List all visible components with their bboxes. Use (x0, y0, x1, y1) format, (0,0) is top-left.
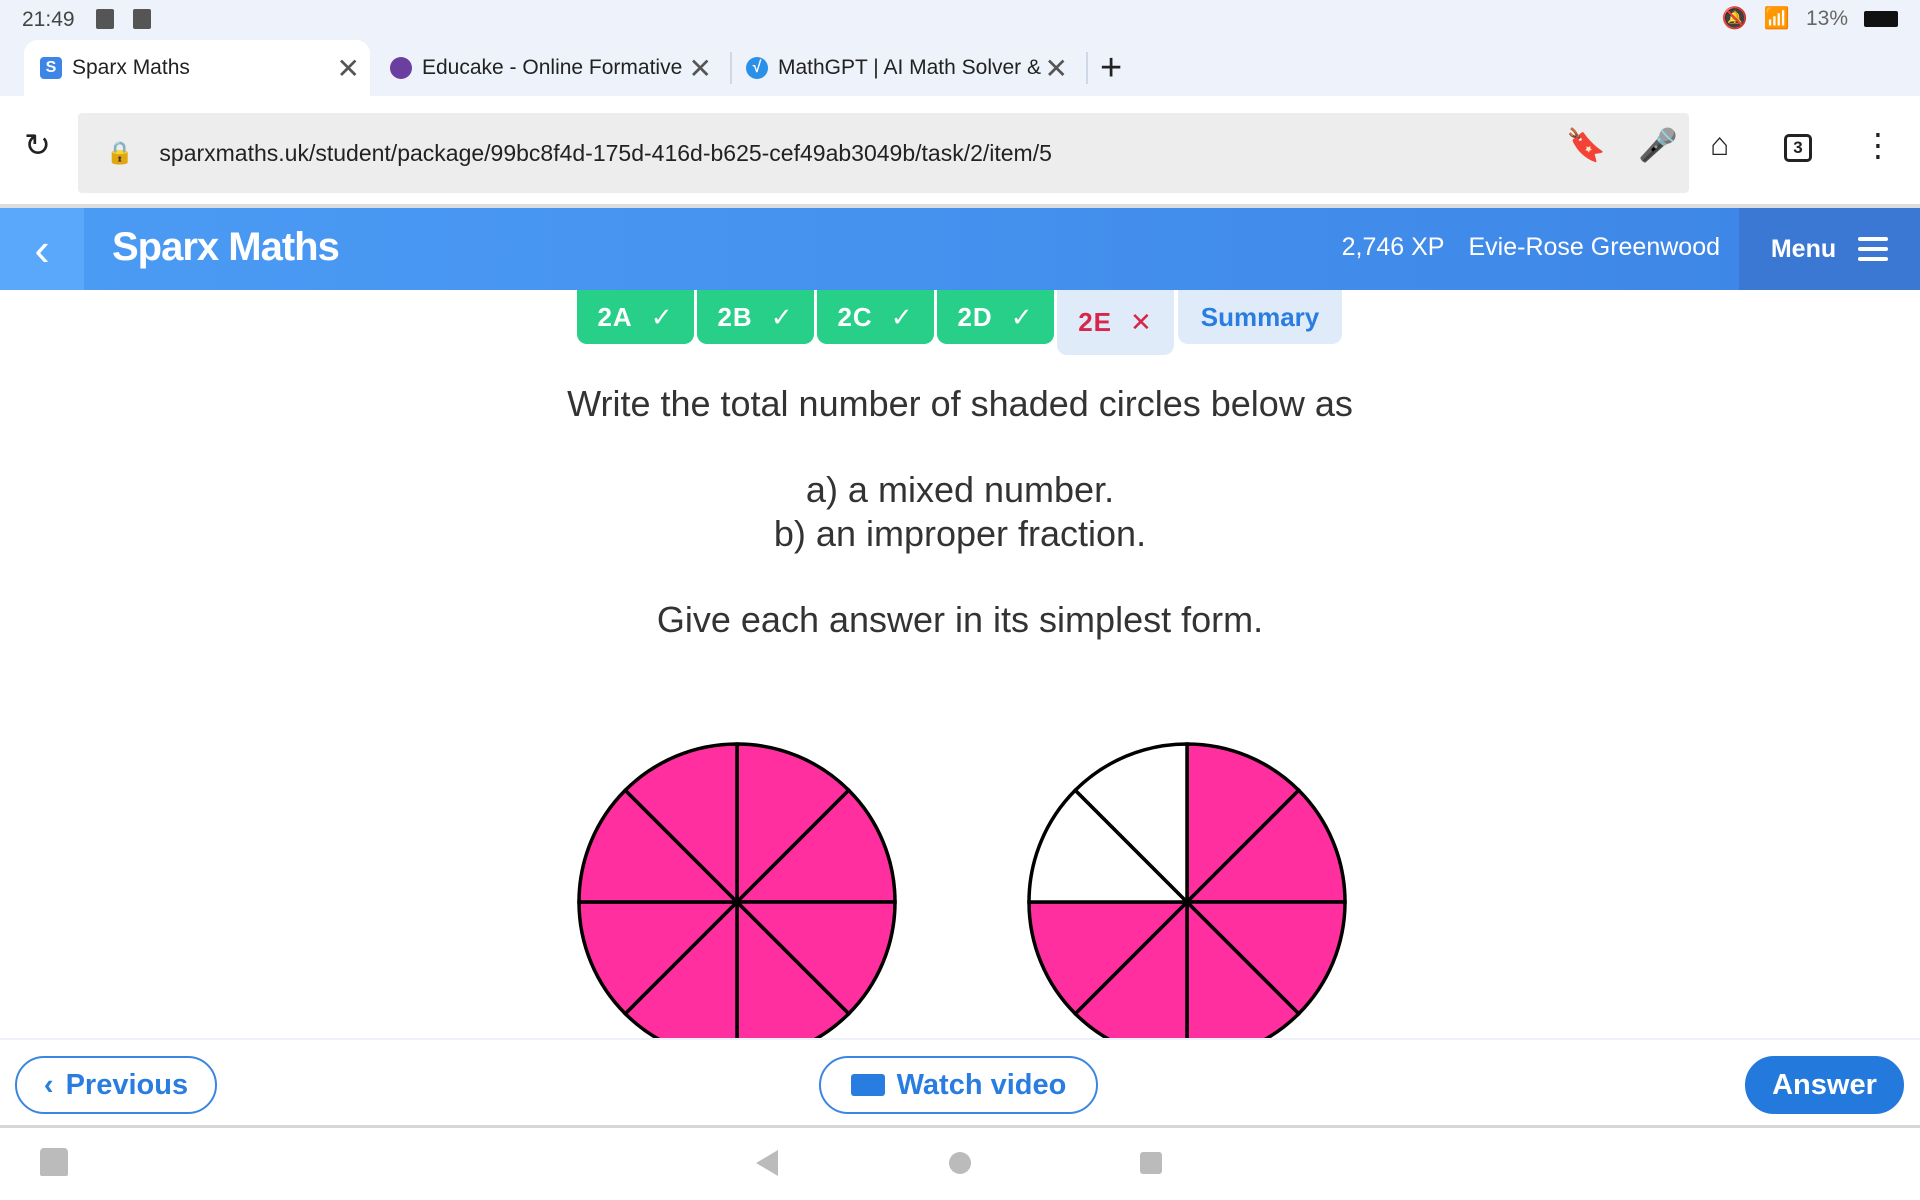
menu-button[interactable]: Menu (1739, 208, 1920, 290)
chevron-left-icon: ‹ (43, 1068, 54, 1101)
bottom-toolbar: ‹ Previous Watch video Answer (0, 1038, 1920, 1128)
step-label: 2B (717, 301, 753, 332)
previous-button[interactable]: ‹ Previous (15, 1056, 217, 1114)
tab-title: Sparx Maths (72, 56, 190, 79)
question-part-b: b) an improper fraction. (773, 513, 1147, 554)
app-logo: Sparx Maths (112, 225, 340, 269)
battery-level: 13% (1805, 7, 1848, 30)
tab-2c[interactable]: 2C ✓ (817, 290, 934, 344)
tab-2a[interactable]: 2A ✓ (577, 290, 694, 344)
step-label: 2A (597, 301, 633, 332)
xp-count: 2,746 XP (1341, 233, 1445, 261)
microphone-icon[interactable]: 🎤 (1638, 126, 1678, 164)
home-icon[interactable]: ⌂ (1710, 126, 1729, 163)
mute-icon: 🔕 (1721, 7, 1748, 30)
check-icon: ✓ (890, 301, 914, 332)
cross-icon: ✕ (1130, 307, 1153, 337)
wifi-icon: 📶 (1763, 7, 1790, 30)
fraction-circle (1027, 742, 1347, 1038)
home-nav-icon[interactable] (949, 1152, 971, 1174)
download-icon (133, 9, 151, 29)
recents-nav-icon[interactable] (1140, 1152, 1162, 1174)
answer-button[interactable]: Answer (1745, 1056, 1904, 1114)
url-text: sparxmaths.uk/student/package/99bc8f4d-1… (159, 139, 1052, 166)
launcher-icon[interactable] (40, 1148, 68, 1176)
battery-icon (1864, 11, 1898, 27)
bookmark-icon[interactable]: 🔖 (1566, 126, 1606, 164)
close-tab-icon[interactable]: ✕ (689, 52, 712, 85)
chevron-left-icon: ‹ (34, 223, 50, 275)
answer-label: Answer (1772, 1068, 1877, 1101)
step-label: 2D (957, 301, 993, 332)
address-bar-row: ↻ 🔒 sparxmaths.uk/student/package/99bc8f… (0, 96, 1920, 208)
question-instruction: Give each answer in its simplest form. (656, 599, 1264, 640)
status-time: 21:49 (22, 8, 75, 31)
circles-svg (577, 742, 1347, 1038)
watch-video-label: Watch video (896, 1068, 1067, 1101)
tab-2e[interactable]: 2E ✕ (1057, 290, 1174, 355)
check-icon: ✓ (650, 301, 674, 332)
back-nav-icon[interactable] (756, 1150, 778, 1176)
browser-tab[interactable]: S Sparx Maths ✕ (24, 40, 370, 96)
app-header: ‹ Sparx Maths 2,746 XP Evie-Rose Greenwo… (0, 208, 1920, 290)
status-bar: 21:49 🔕 📶 13% (0, 0, 1920, 40)
more-options-icon[interactable]: ⋮ (1862, 126, 1894, 164)
step-label: 2C (837, 301, 873, 332)
back-button[interactable]: ‹ (0, 208, 84, 290)
browser-tab[interactable]: Educake - Online Formative ✕ (390, 40, 722, 96)
mathgpt-favicon: √ (746, 57, 768, 79)
tab-summary[interactable]: Summary (1178, 290, 1342, 344)
tab-title: MathGPT | AI Math Solver & (778, 56, 1042, 79)
sparx-favicon: S (40, 57, 62, 79)
lock-icon: 🔒 (106, 140, 134, 165)
educake-favicon (390, 57, 412, 79)
user-name: Evie-Rose Greenwood (1468, 233, 1720, 261)
video-camera-icon (850, 1074, 885, 1096)
tab-2d[interactable]: 2D ✓ (937, 290, 1054, 344)
step-label: 2E (1078, 307, 1112, 337)
gallery-icon (96, 9, 114, 29)
tab-2b[interactable]: 2B ✓ (697, 290, 814, 344)
url-field[interactable]: 🔒 sparxmaths.uk/student/package/99bc8f4d… (78, 113, 1689, 193)
menu-label: Menu (1770, 234, 1837, 263)
watch-video-button[interactable]: Watch video (819, 1056, 1098, 1114)
check-icon: ✓ (770, 301, 794, 332)
reload-icon[interactable]: ↻ (24, 126, 51, 164)
fraction-circles-figure (0, 720, 1920, 1038)
tab-count-button[interactable]: 3 (1784, 134, 1812, 162)
close-tab-icon[interactable]: ✕ (337, 52, 360, 85)
hamburger-icon (1858, 237, 1889, 261)
new-tab-button[interactable]: + (1100, 40, 1122, 96)
tab-divider (1086, 52, 1088, 84)
android-nav-bar (0, 1128, 1920, 1200)
fraction-circle (577, 742, 897, 1038)
close-tab-icon[interactable]: ✕ (1045, 52, 1068, 85)
question-text: Write the total number of shaded circles… (567, 383, 1353, 424)
tab-divider (730, 52, 732, 84)
browser-tab[interactable]: √ MathGPT | AI Math Solver & ✕ (746, 40, 1078, 96)
previous-label: Previous (65, 1068, 189, 1101)
tab-title: Educake - Online Formative (422, 56, 683, 79)
question-part-a: a) a mixed number. (805, 469, 1115, 510)
step-label: Summary (1200, 301, 1320, 332)
check-icon: ✓ (1010, 301, 1034, 332)
browser-tab-strip: S Sparx Maths ✕ Educake - Online Formati… (0, 40, 1920, 96)
